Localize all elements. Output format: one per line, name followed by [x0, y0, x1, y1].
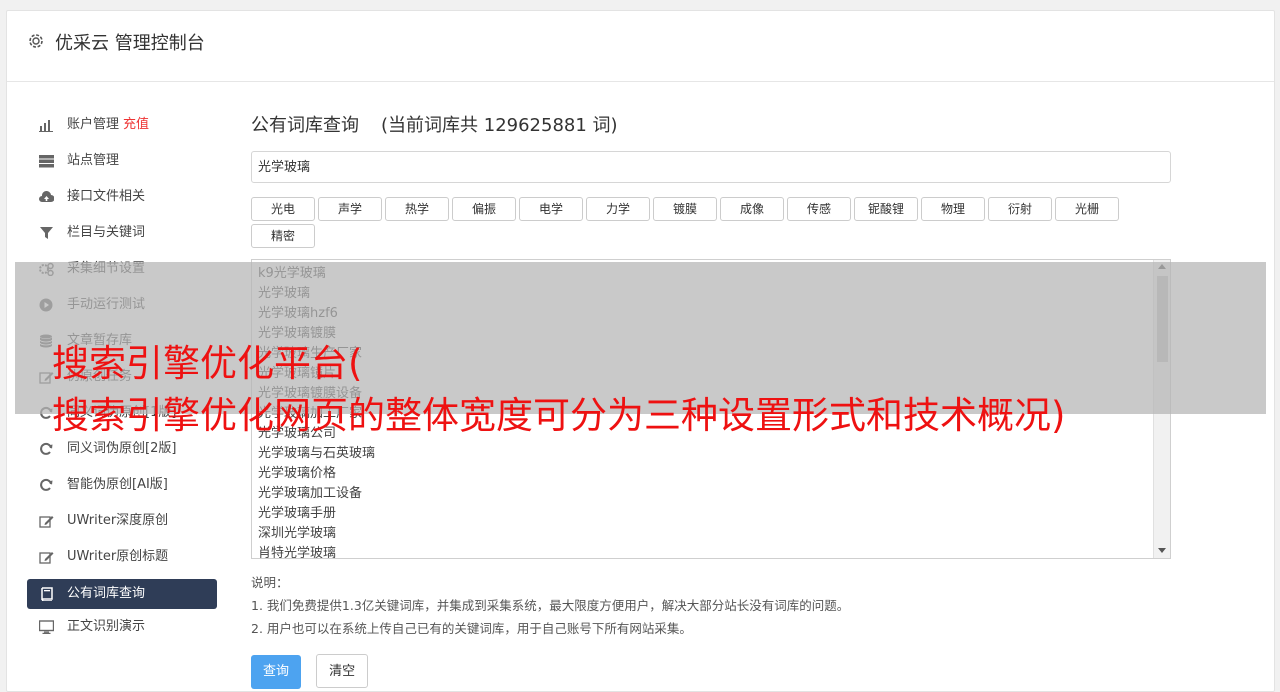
- notes-title: 说明：: [251, 575, 289, 590]
- tag-button[interactable]: 铌酸锂: [854, 197, 918, 221]
- page-title: 优采云 管理控制台: [55, 33, 205, 54]
- tag-button[interactable]: 物理: [921, 197, 985, 221]
- scroll-down-icon[interactable]: [1158, 548, 1166, 553]
- list-item[interactable]: 光学玻璃加工设备: [258, 484, 1164, 504]
- tag-button[interactable]: 偏振: [452, 197, 516, 221]
- sidebar-item-label: 公有词库查询: [67, 586, 146, 601]
- filter-icon: [40, 227, 53, 239]
- section-title: 公有词库查询 (当前词库共 129625881 词): [251, 111, 1171, 141]
- sidebar-item-label: 账户管理: [67, 117, 120, 132]
- sidebar-item[interactable]: UWriter原创标题: [27, 539, 217, 575]
- button-row: 查询 清空: [251, 654, 1171, 689]
- query-button[interactable]: 查询: [251, 655, 302, 689]
- sidebar-item-label: 站点管理: [67, 153, 120, 168]
- tag-button[interactable]: 光栅: [1055, 197, 1119, 221]
- recharge-link[interactable]: 充值: [123, 117, 149, 132]
- sidebar-item[interactable]: 接口文件相关: [27, 179, 217, 215]
- gear-icon: [29, 34, 43, 48]
- monitor-icon: [39, 620, 54, 634]
- sidebar-item-label: 正文识别演示: [67, 619, 146, 634]
- sidebar-item[interactable]: 栏目与关键词: [27, 215, 217, 251]
- tag-button[interactable]: 光电: [251, 197, 315, 221]
- list-item[interactable]: 深圳光学玻璃: [258, 524, 1164, 544]
- tag-button[interactable]: 声学: [318, 197, 382, 221]
- list-item[interactable]: 光学玻璃与石英玻璃: [258, 444, 1164, 464]
- header: 优采云 管理控制台: [7, 11, 1274, 82]
- search-input[interactable]: 光学玻璃: [251, 151, 1171, 183]
- edit-icon: [39, 516, 54, 528]
- overlay-line-2: 搜索引擎优化网页的整体宽度可分为三种设置形式和技术概况): [52, 394, 1066, 437]
- tag-button[interactable]: 热学: [385, 197, 449, 221]
- tag-button[interactable]: 传感: [787, 197, 851, 221]
- tag-button[interactable]: 力学: [586, 197, 650, 221]
- sidebar-item[interactable]: 智能伪原创[AI版]: [27, 467, 217, 503]
- sidebar-item-label: 接口文件相关: [67, 189, 146, 204]
- list-item[interactable]: 肖特光学玻璃: [258, 544, 1164, 558]
- book-icon: [41, 587, 53, 601]
- clear-button[interactable]: 清空: [316, 654, 369, 688]
- server-icon: [39, 155, 54, 168]
- note-line: 2. 用户也可以在系统上传自己已有的关键词库，用于自己账号下所有网站采集。: [251, 621, 692, 636]
- tag-button[interactable]: 衍射: [988, 197, 1052, 221]
- edit-icon: [39, 552, 54, 564]
- tag-button[interactable]: 电学: [519, 197, 583, 221]
- cloud-upload-icon: [39, 190, 54, 202]
- sidebar-item[interactable]: 正文识别演示: [27, 609, 217, 645]
- list-item[interactable]: 光学玻璃价格: [258, 464, 1164, 484]
- section-title-text: 公有词库查询: [251, 115, 359, 136]
- sidebar-item-label: UWriter深度原创: [67, 513, 169, 528]
- overlay-caption: 搜索引擎优化平台( 搜索引擎优化网页的整体宽度可分为三种设置形式和技术概况): [52, 338, 1272, 442]
- word-count: (当前词库共 129625881 词): [381, 115, 618, 136]
- sidebar-item[interactable]: UWriter深度原创: [27, 503, 217, 539]
- sidebar-item-label: 同义词伪原创[2版]: [67, 441, 177, 456]
- tag-button[interactable]: 精密: [251, 224, 315, 248]
- tag-button[interactable]: 镀膜: [653, 197, 717, 221]
- sidebar-item-label: UWriter原创标题: [67, 549, 169, 564]
- note-line: 1. 我们免费提供1.3亿关键词库，并集成到采集系统，最大限度方便用户，解决大部…: [251, 598, 850, 613]
- bar-chart-icon: [39, 120, 53, 132]
- sidebar-item[interactable]: 账户管理 充值: [27, 107, 217, 143]
- refresh-icon: [40, 478, 53, 491]
- notes: 说明： 1. 我们免费提供1.3亿关键词库，并集成到采集系统，最大限度方便用户，…: [251, 571, 1171, 640]
- tag-list: 光电 声学 热学 偏振 电学 力学 镀膜 成像 传感 铌酸锂 物理 衍射 光栅精密: [251, 197, 1171, 251]
- sidebar-item[interactable]: 站点管理: [27, 143, 217, 179]
- sidebar-item-label: 智能伪原创[AI版]: [67, 477, 168, 492]
- sidebar-item-label: 栏目与关键词: [67, 225, 146, 240]
- refresh-icon: [40, 442, 53, 455]
- overlay-line-1: 搜索引擎优化平台(: [52, 342, 363, 385]
- sidebar-item[interactable]: 公有词库查询: [27, 579, 217, 609]
- tag-button[interactable]: 成像: [720, 197, 784, 221]
- list-item[interactable]: 光学玻璃手册: [258, 504, 1164, 524]
